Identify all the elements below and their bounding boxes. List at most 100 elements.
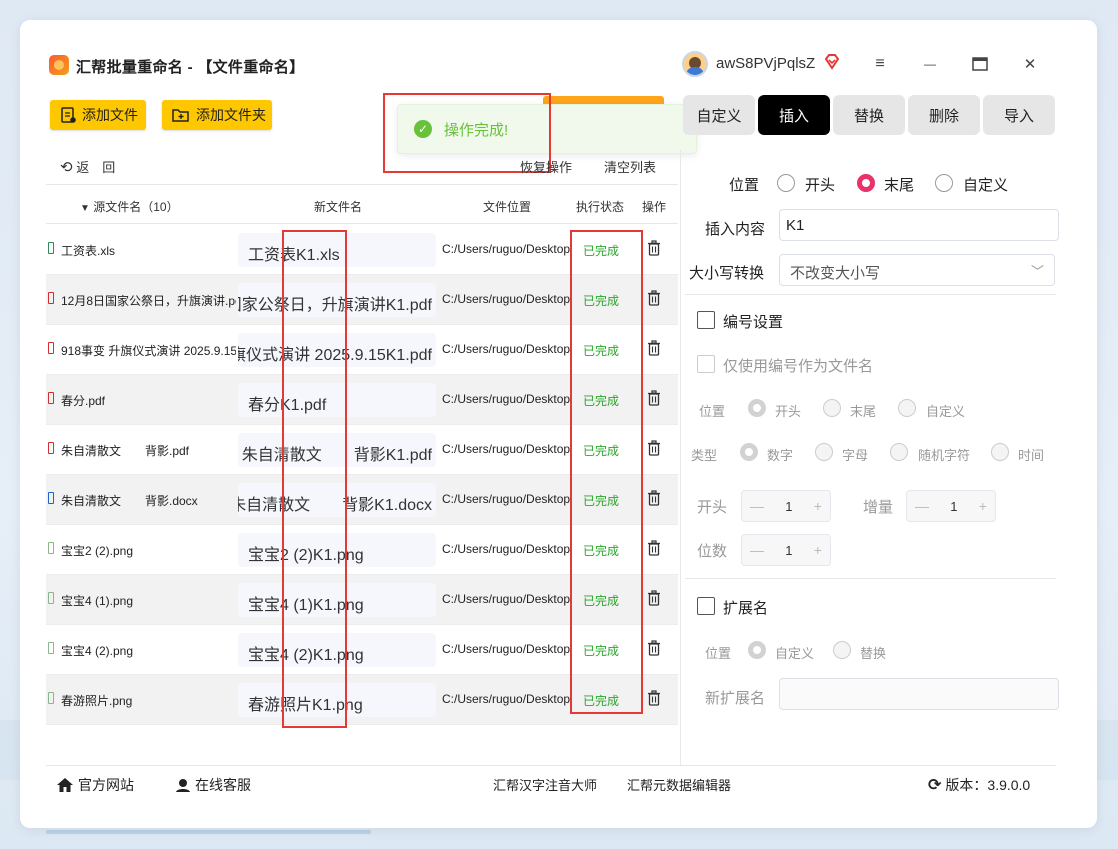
close-button[interactable]: ✕ bbox=[1018, 52, 1042, 76]
file-type-icon bbox=[48, 242, 54, 254]
insert-position-start-label: 开头 bbox=[805, 177, 836, 194]
back-label: 返 回 bbox=[76, 160, 116, 175]
official-website-link[interactable]: 官方网站 bbox=[56, 775, 134, 795]
trash-icon[interactable] bbox=[647, 440, 661, 456]
numbering-position-end-label: 末尾 bbox=[850, 404, 877, 419]
plus-icon[interactable]: + bbox=[814, 498, 822, 514]
file-location: C:/Users/ruguo/Desktop bbox=[442, 692, 571, 706]
source-file-name: 宝宝4 (2).png bbox=[61, 644, 134, 658]
numbering-position-custom-label: 自定义 bbox=[926, 404, 966, 419]
digits-value: 1 bbox=[785, 542, 793, 558]
username[interactable]: awS8PVjPqlsZ bbox=[716, 55, 815, 72]
type-number-radio[interactable] bbox=[740, 443, 758, 461]
source-file-name: 春游照片.png bbox=[61, 694, 133, 708]
trash-icon[interactable] bbox=[647, 540, 661, 556]
maximize-button[interactable] bbox=[968, 52, 992, 76]
trash-icon[interactable] bbox=[647, 340, 661, 356]
increment-stepper[interactable]: — 1 + bbox=[906, 490, 996, 522]
case-select[interactable]: 不改变大小写 ﹀ bbox=[779, 254, 1055, 286]
insert-content-label: 插入内容 bbox=[705, 221, 766, 238]
online-service-link[interactable]: 在线客服 bbox=[175, 775, 251, 795]
user-avatar[interactable] bbox=[682, 51, 708, 77]
minus-icon[interactable]: — bbox=[915, 498, 929, 514]
tab-replace[interactable]: 替换 bbox=[833, 95, 905, 135]
settings-panel: 位置 开头 末尾 自定义 插入内容 K1 大小写转换 不改变大小写 ﹀ 编号设置… bbox=[680, 150, 1059, 765]
numbering-checkbox[interactable] bbox=[697, 311, 715, 329]
highlight-box-status bbox=[570, 230, 643, 714]
clear-list-button[interactable]: 清空列表 bbox=[604, 157, 656, 176]
headset-icon bbox=[176, 779, 190, 792]
trash-icon[interactable] bbox=[647, 240, 661, 256]
tab-delete[interactable]: 删除 bbox=[908, 95, 980, 135]
refresh-icon: ⟳ bbox=[928, 777, 942, 794]
tab-custom[interactable]: 自定义 bbox=[683, 95, 755, 135]
type-random-radio[interactable] bbox=[890, 443, 908, 461]
tool-link-pinyin[interactable]: 汇帮汉字注音大师 bbox=[493, 775, 597, 794]
menu-icon[interactable]: ≡ bbox=[868, 52, 892, 76]
start-label: 开头 bbox=[697, 499, 728, 516]
trash-icon[interactable] bbox=[647, 640, 661, 656]
extension-replace-label: 替换 bbox=[860, 646, 887, 661]
digits-stepper[interactable]: — 1 + bbox=[741, 534, 831, 566]
back-button[interactable]: ⟲ 返 回 bbox=[60, 157, 115, 176]
vip-diamond-icon[interactable] bbox=[823, 53, 841, 71]
tab-import[interactable]: 导入 bbox=[983, 95, 1055, 135]
header-status: 执行状态 bbox=[576, 200, 625, 214]
add-folder-button[interactable]: 添加文件夹 bbox=[162, 100, 272, 130]
insert-content-input[interactable]: K1 bbox=[779, 209, 1059, 241]
file-location: C:/Users/ruguo/Desktop bbox=[442, 342, 571, 356]
insert-position-custom-radio[interactable] bbox=[935, 174, 953, 192]
file-type-icon bbox=[48, 442, 54, 454]
type-time-radio[interactable] bbox=[991, 443, 1009, 461]
extension-custom-radio[interactable] bbox=[748, 641, 766, 659]
background-scroll-line bbox=[46, 830, 371, 834]
numbering-position-custom-radio[interactable] bbox=[898, 399, 916, 417]
trash-icon[interactable] bbox=[647, 290, 661, 306]
file-type-icon bbox=[48, 592, 54, 604]
numbering-position-start-radio[interactable] bbox=[748, 399, 766, 417]
version-info[interactable]: ⟳ 版本：3.9.0.0 bbox=[928, 775, 1030, 795]
trash-icon[interactable] bbox=[647, 690, 661, 706]
type-letter-radio[interactable] bbox=[815, 443, 833, 461]
minimize-button[interactable]: — bbox=[918, 52, 942, 76]
plus-icon[interactable]: + bbox=[979, 498, 987, 514]
file-location: C:/Users/ruguo/Desktop bbox=[442, 542, 571, 556]
trash-icon[interactable] bbox=[647, 390, 661, 406]
plus-icon[interactable]: + bbox=[814, 542, 822, 558]
back-arrow-icon: ⟲ bbox=[60, 159, 73, 176]
online-service-label: 在线客服 bbox=[195, 777, 251, 793]
extension-replace-radio[interactable] bbox=[833, 641, 851, 659]
extension-title: 扩展名 bbox=[723, 600, 769, 617]
trash-icon[interactable] bbox=[647, 590, 661, 606]
trash-icon[interactable] bbox=[647, 490, 661, 506]
section-divider bbox=[685, 578, 1056, 579]
tool-link-metadata[interactable]: 汇帮元数据编辑器 bbox=[627, 775, 731, 794]
file-location: C:/Users/ruguo/Desktop bbox=[442, 492, 571, 506]
minus-icon[interactable]: — bbox=[750, 542, 764, 558]
app-logo-icon bbox=[49, 55, 69, 75]
new-extension-input[interactable] bbox=[779, 678, 1059, 710]
insert-position-label: 位置 bbox=[729, 177, 760, 194]
numbering-title: 编号设置 bbox=[723, 314, 784, 331]
section-divider bbox=[685, 294, 1056, 295]
add-file-button[interactable]: 添加文件 bbox=[50, 100, 146, 130]
numbering-position-end-radio[interactable] bbox=[823, 399, 841, 417]
only-number-checkbox[interactable] bbox=[697, 355, 715, 373]
tab-insert[interactable]: 插入 bbox=[758, 95, 830, 135]
home-icon bbox=[57, 778, 73, 792]
restore-button[interactable]: 恢复操作 bbox=[520, 157, 572, 176]
insert-position-end-radio[interactable] bbox=[857, 174, 875, 192]
only-number-label: 仅使用编号作为文件名 bbox=[723, 358, 874, 375]
file-location: C:/Users/ruguo/Desktop bbox=[442, 292, 571, 306]
insert-position-start-radio[interactable] bbox=[777, 174, 795, 192]
start-stepper[interactable]: — 1 + bbox=[741, 490, 831, 522]
file-location: C:/Users/ruguo/Desktop bbox=[442, 592, 571, 606]
minus-icon[interactable]: — bbox=[750, 498, 764, 514]
case-select-value: 不改变大小写 bbox=[790, 265, 881, 282]
extension-checkbox[interactable] bbox=[697, 597, 715, 615]
file-type-icon bbox=[48, 492, 54, 504]
increment-value: 1 bbox=[950, 498, 958, 514]
type-time-label: 时间 bbox=[1018, 448, 1045, 463]
header-source[interactable]: ▼ 源文件名（10） bbox=[80, 198, 179, 215]
file-type-icon bbox=[48, 692, 54, 704]
